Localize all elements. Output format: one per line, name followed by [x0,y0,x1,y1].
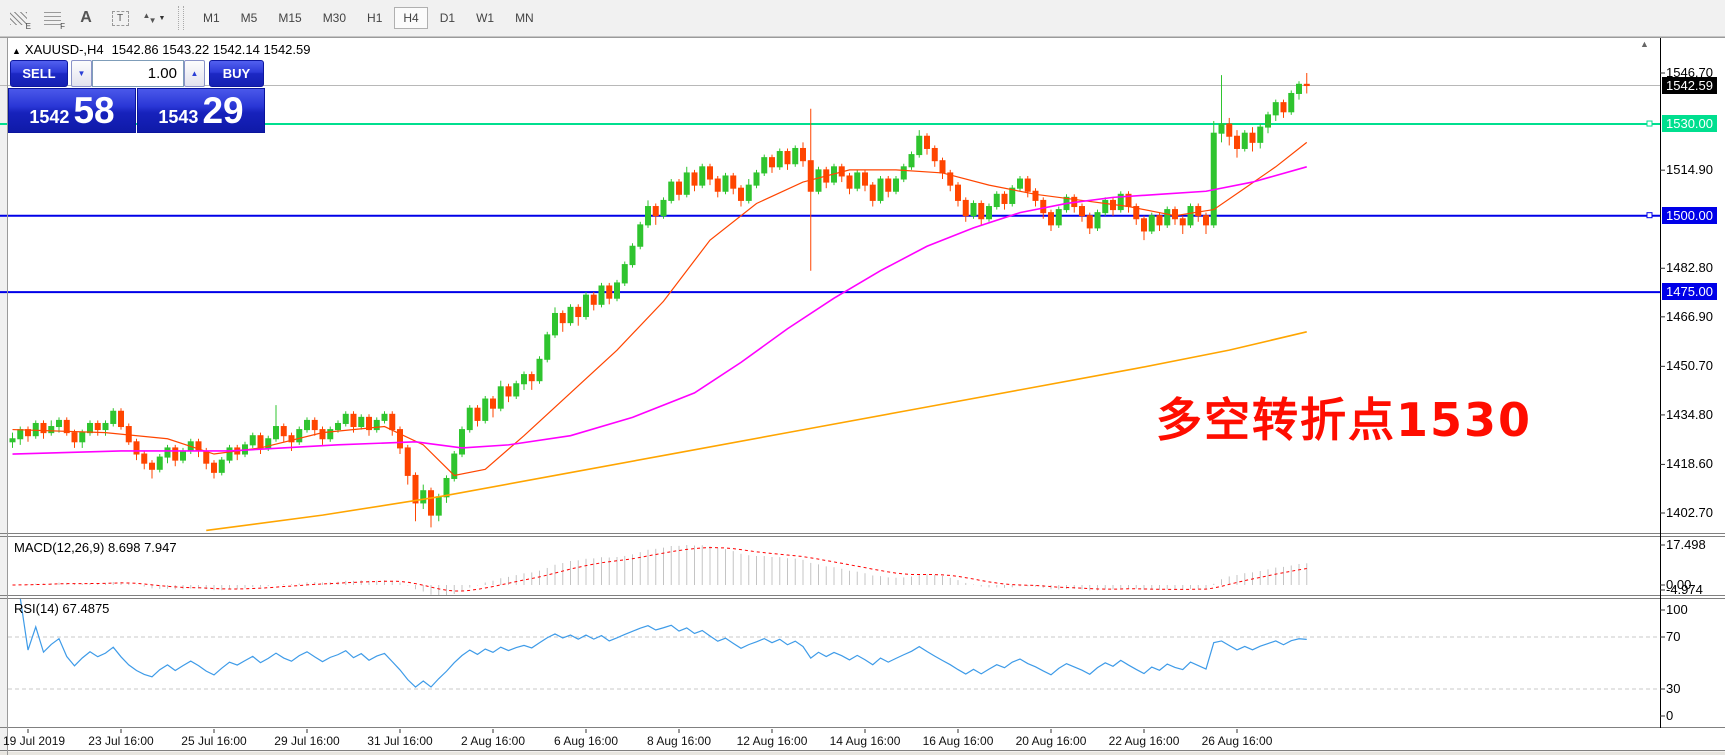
ask-main: 1543 [158,107,198,128]
fast-ma-line [13,142,1307,475]
bid-pips: 58 [73,91,114,131]
bid-main: 1542 [29,107,69,128]
bid-price-box[interactable]: 1542 58 [8,88,136,133]
macd-signal-line [13,548,1307,591]
volume-decrease-button[interactable]: ▼ [71,60,92,87]
sell-button[interactable]: SELL [10,60,68,87]
ask-price-box[interactable]: 1543 29 [137,88,265,133]
volume-input[interactable] [92,60,184,87]
ask-pips: 29 [202,91,243,131]
buy-button[interactable]: BUY [209,60,264,87]
slow-ma-line [206,332,1307,531]
rsi-line [20,598,1307,687]
volume-increase-button[interactable]: ▲ [184,60,205,87]
